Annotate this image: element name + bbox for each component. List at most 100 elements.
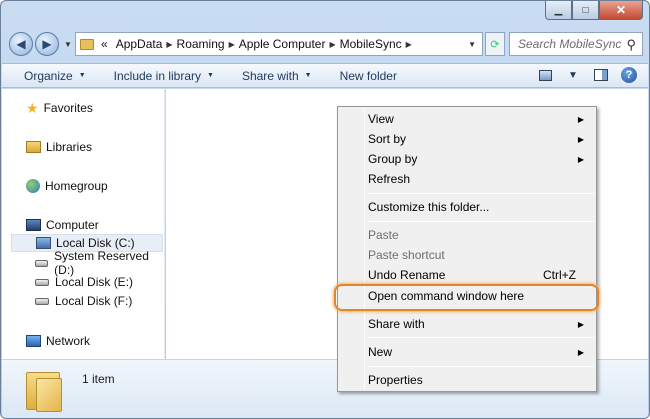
- refresh-icon: ⟳: [490, 38, 500, 51]
- sidebar-item-system-reserved-d[interactable]: System Reserved (D:): [35, 249, 164, 277]
- menu-item-undo-rename[interactable]: Undo Rename Ctrl+Z: [368, 266, 594, 284]
- maximize-button[interactable]: □: [572, 1, 599, 20]
- chevron-down-icon[interactable]: ▼: [468, 40, 476, 49]
- sidebar-item-favorites[interactable]: ★ Favorites: [26, 99, 93, 117]
- folder-icon: [26, 368, 62, 412]
- drive-icon: [35, 278, 49, 286]
- menu-item-label: Properties: [368, 373, 423, 387]
- breadcrumb-apple-computer[interactable]: Apple Computer: [239, 37, 326, 51]
- menu-separator: [368, 221, 594, 222]
- submenu-arrow-icon: ▶: [577, 319, 584, 329]
- keyboard-shortcut: Ctrl+Z: [543, 268, 576, 282]
- sidebar-item-local-disk-f[interactable]: Local Disk (F:): [35, 292, 132, 310]
- menu-item-sort-by[interactable]: Sort by ▶: [368, 130, 594, 148]
- menu-item-group-by[interactable]: Group by ▶: [368, 150, 594, 168]
- chevron-right-icon[interactable]: ▶: [229, 40, 235, 49]
- sidebar-item-libraries[interactable]: Libraries: [26, 138, 92, 156]
- drive-icon: [35, 259, 49, 267]
- item-count: 1 item: [82, 372, 115, 386]
- caption-buttons: ▁ □ ✕: [545, 1, 643, 21]
- breadcrumb-roaming[interactable]: Roaming: [177, 37, 225, 51]
- drive-icon: [35, 297, 49, 305]
- back-button[interactable]: ◀: [9, 32, 33, 56]
- sidebar-item-label: Homegroup: [45, 179, 108, 193]
- menu-item-label: Sort by: [368, 132, 407, 146]
- chevron-down-icon: ▼: [78, 72, 86, 79]
- view-controls: ▼ ?: [526, 67, 638, 83]
- organize-button[interactable]: Organize ▼: [24, 69, 86, 83]
- menu-item-label: Share with: [368, 317, 425, 331]
- menu-item-properties[interactable]: Properties: [368, 371, 594, 389]
- minimize-icon: ▁: [554, 4, 563, 16]
- more-views-button[interactable]: ▼: [564, 67, 582, 83]
- minimize-button[interactable]: ▁: [545, 1, 572, 20]
- menu-item-refresh[interactable]: Refresh: [368, 170, 594, 188]
- sidebar-item-label: Local Disk (F:): [55, 294, 133, 308]
- menu-separator: [368, 337, 594, 338]
- recent-pages-dropdown[interactable]: ▼: [64, 40, 72, 49]
- menu-item-paste: Paste: [368, 226, 594, 244]
- help-button[interactable]: ?: [620, 67, 638, 83]
- new-folder-button[interactable]: New folder: [340, 69, 397, 83]
- menu-item-customize-folder[interactable]: Customize this folder...: [368, 198, 594, 216]
- menu-item-label: Customize this folder...: [368, 200, 490, 214]
- submenu-arrow-icon: ▶: [577, 114, 584, 124]
- forward-button[interactable]: ▶: [35, 32, 59, 56]
- submenu-arrow-icon: ▶: [577, 347, 584, 357]
- computer-icon: [26, 219, 41, 231]
- chevron-down-icon: ▼: [207, 72, 214, 79]
- sidebar-item-computer[interactable]: Computer: [26, 216, 99, 234]
- search-icon[interactable]: ⚲: [626, 37, 636, 53]
- chevron-right-icon[interactable]: ▶: [329, 40, 335, 49]
- network-icon: [26, 335, 41, 347]
- share-with-label: Share with: [241, 68, 299, 83]
- sidebar-item-label: Local Disk (E:): [55, 275, 134, 289]
- sidebar-item-label: Local Disk (C:): [56, 236, 135, 250]
- close-icon: ✕: [615, 3, 627, 17]
- search-placeholder: Search MobileSync: [518, 37, 622, 51]
- menu-item-new[interactable]: New ▶: [368, 343, 594, 361]
- menu-item-paste-shortcut: Paste shortcut: [368, 246, 594, 264]
- sidebar-item-homegroup[interactable]: Homegroup: [26, 177, 108, 195]
- breadcrumb-mobilesync[interactable]: MobileSync: [340, 37, 402, 51]
- menu-item-label: Refresh: [368, 172, 411, 186]
- breadcrumb-appdata[interactable]: AppData: [116, 37, 163, 51]
- change-view-button[interactable]: [536, 67, 554, 83]
- menu-item-view[interactable]: View ▶: [368, 110, 594, 128]
- forward-arrow-icon: ▶: [42, 37, 52, 51]
- close-button[interactable]: ✕: [599, 1, 643, 20]
- context-menu: View ▶ Sort by ▶ Group by ▶ Refresh Customi…: [337, 106, 597, 392]
- menu-separator: [368, 193, 594, 194]
- maximize-icon: □: [582, 4, 589, 16]
- library-icon: [26, 141, 41, 153]
- chevron-down-icon: ▼: [304, 72, 312, 79]
- address-bar[interactable]: « AppData ▶ Roaming ▶ Apple Computer ▶ M…: [75, 32, 483, 56]
- sidebar-item-label: Computer: [46, 218, 99, 232]
- menu-item-label: Paste shortcut: [368, 248, 445, 262]
- chevron-right-icon[interactable]: ▶: [406, 40, 412, 49]
- include-in-library-button[interactable]: Include in library ▼: [114, 69, 214, 83]
- preview-pane-button[interactable]: [592, 67, 610, 83]
- share-with-button[interactable]: Share with ▼: [242, 69, 312, 83]
- menu-item-label: Undo Rename: [368, 268, 446, 282]
- sidebar-item-label: Favorites: [43, 101, 93, 115]
- navigation-pane: ★ Favorites Libraries Homegroup Computer…: [2, 89, 165, 359]
- menu-gutter: [364, 109, 365, 389]
- help-icon: ?: [621, 67, 637, 83]
- refresh-button[interactable]: ⟳: [485, 32, 505, 56]
- homegroup-icon: [26, 179, 40, 193]
- submenu-arrow-icon: ▶: [577, 154, 584, 164]
- menu-item-label: View: [368, 112, 394, 126]
- chevron-right-icon[interactable]: ▶: [166, 40, 172, 49]
- preview-pane-icon: [594, 69, 608, 81]
- submenu-arrow-icon: ▶: [577, 134, 584, 144]
- sidebar-item-local-disk-e[interactable]: Local Disk (E:): [35, 273, 133, 291]
- explorer-window: ▁ □ ✕ ◀ ▶ ▼ « AppData ▶ Roaming ▶ Apple …: [0, 0, 650, 419]
- breadcrumb-overflow[interactable]: «: [101, 37, 108, 51]
- search-input[interactable]: Search MobileSync ⚲: [509, 32, 643, 56]
- navigation-bar: ◀ ▶ ▼ « AppData ▶ Roaming ▶ Apple Comput…: [9, 31, 643, 57]
- menu-separator: [368, 366, 594, 367]
- menu-item-share-with[interactable]: Share with ▶: [368, 315, 594, 333]
- sidebar-item-network[interactable]: Network: [26, 332, 90, 350]
- chevron-down-icon: ▼: [568, 69, 578, 81]
